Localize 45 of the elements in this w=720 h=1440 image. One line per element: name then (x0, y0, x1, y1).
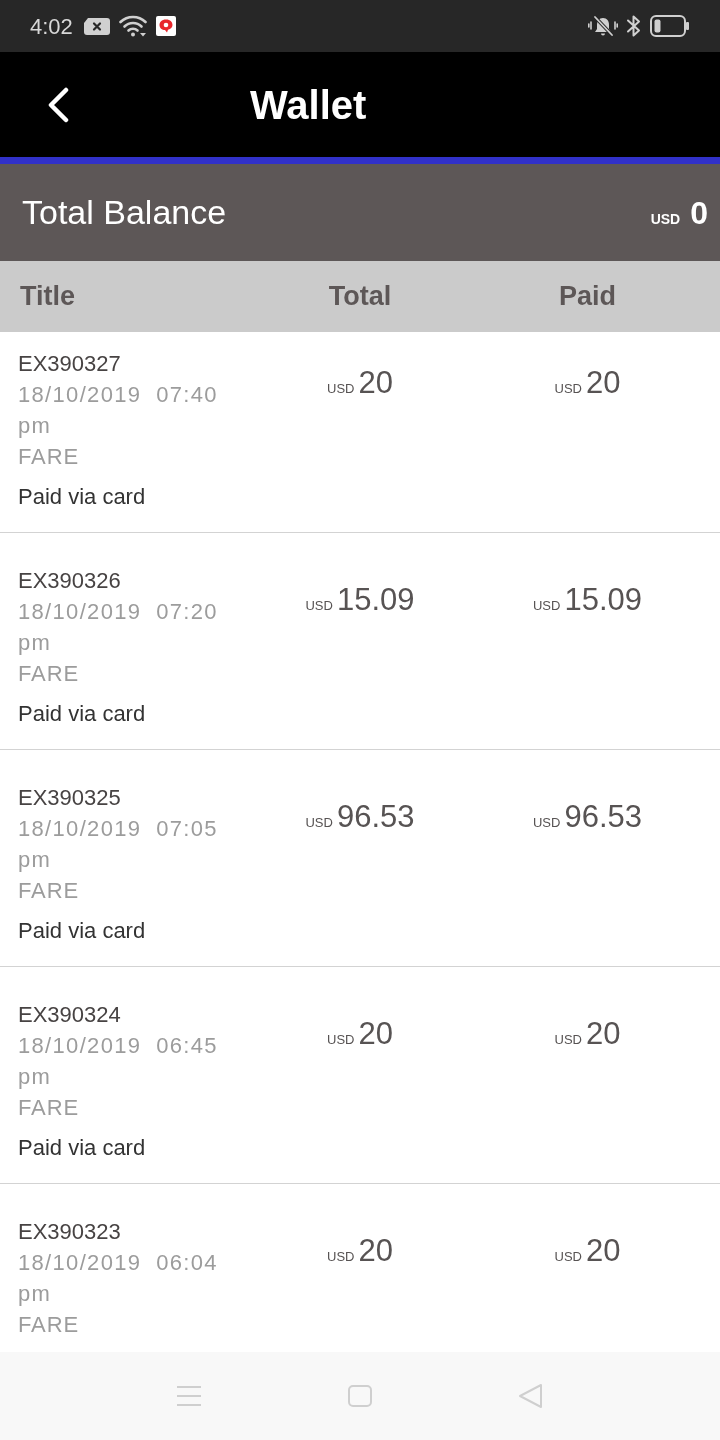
transaction-category: FARE (18, 1094, 79, 1122)
paid-amount: USD 20 (554, 1232, 621, 1270)
payment-method: Paid via card (18, 1134, 146, 1162)
bluetooth-icon (626, 14, 642, 38)
balance-amount: USD 0 (650, 193, 708, 233)
vibrate-off-icon (588, 15, 618, 37)
column-header: Title (20, 281, 75, 312)
paid-amount: USD 96.53 (533, 798, 642, 836)
total-amount: USD 20 (327, 1015, 393, 1053)
transaction-category: FARE (18, 443, 79, 471)
transaction-id: EX390326 (18, 567, 121, 595)
wifi-icon (118, 15, 147, 37)
transaction-id: EX390325 (18, 784, 121, 812)
payment-method: Paid via card (18, 700, 146, 728)
transaction-date: 18/10/2019 07:05 pm (18, 815, 219, 874)
column-header: Paid (559, 280, 616, 314)
notification-icon (83, 17, 110, 35)
transaction-id: EX390323 (18, 1218, 121, 1246)
total-amount: USD 15.09 (305, 581, 415, 619)
transaction-date: 18/10/2019 07:20 pm (18, 598, 219, 657)
total-amount: USD 96.53 (305, 798, 415, 836)
status-time: 4:02 (30, 12, 73, 41)
transaction-category: FARE (18, 660, 79, 688)
balance-label: Total Balance (22, 192, 227, 233)
total-amount: USD 20 (327, 1232, 393, 1270)
transaction-date: 18/10/2019 06:04 pm (18, 1249, 219, 1308)
transaction-category: FARE (18, 877, 79, 905)
paid-amount: USD 15.09 (533, 581, 642, 619)
transaction-id: EX390324 (18, 1001, 121, 1029)
transaction-date: 18/10/2019 07:40 pm (18, 381, 219, 440)
page-title: Wallet (250, 81, 367, 129)
total-amount: USD 20 (327, 364, 393, 402)
transaction-date: 18/10/2019 06:45 pm (18, 1032, 219, 1091)
paid-amount: USD 20 (554, 364, 621, 402)
payment-method: Paid via card (18, 483, 146, 511)
back-triangle-icon[interactable] (518, 1383, 544, 1409)
payment-method: Paid via card (18, 917, 146, 945)
battery-icon (650, 15, 690, 37)
transaction-id: EX390327 (18, 350, 121, 378)
transaction-category: FARE (18, 1311, 79, 1339)
paid-amount: USD 20 (554, 1015, 621, 1053)
menu-icon[interactable] (176, 1385, 202, 1407)
column-header: Total (328, 280, 392, 314)
app-notification-icon (155, 16, 176, 36)
home-square-icon[interactable] (348, 1385, 372, 1407)
